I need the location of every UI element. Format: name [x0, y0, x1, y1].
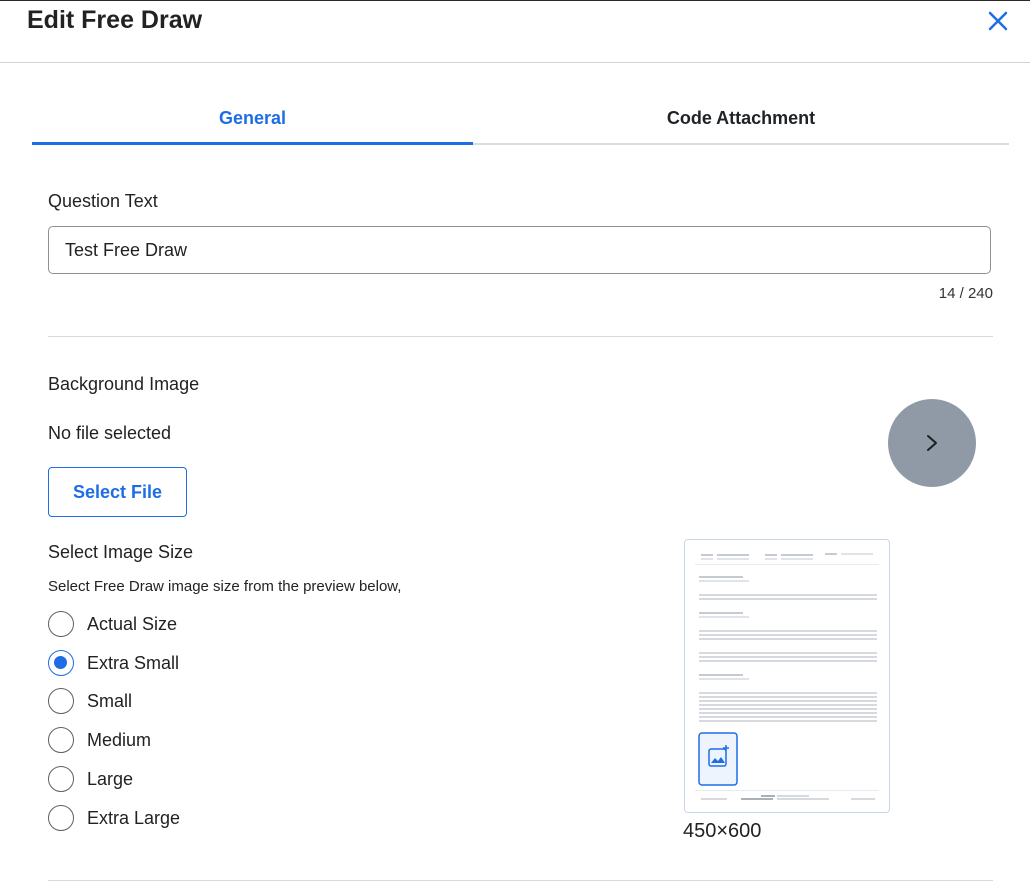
dialog-title: Edit Free Draw	[27, 6, 203, 34]
image-size-label: Select Image Size	[48, 542, 194, 562]
next-button[interactable]	[888, 399, 976, 487]
radio-button[interactable]	[48, 688, 74, 714]
character-counter: 14 / 240	[938, 285, 993, 302]
radio-label: Medium	[87, 730, 152, 750]
active-tab-indicator	[32, 142, 473, 145]
question-text-label: Question Text	[48, 191, 158, 211]
radio-label: Extra Large	[87, 808, 181, 828]
radio-label: Small	[87, 691, 133, 711]
radio-button-checked[interactable]	[48, 650, 74, 676]
tab-code-attachment[interactable]: Code Attachment	[473, 108, 1009, 129]
section-divider	[48, 336, 993, 337]
image-size-hint: Select Free Draw image size from the pre…	[48, 578, 402, 595]
radio-button[interactable]	[48, 727, 74, 753]
chevron-right-icon	[927, 435, 937, 451]
close-button[interactable]	[984, 7, 1012, 35]
radio-button[interactable]	[48, 611, 74, 637]
radio-label: Large	[87, 769, 134, 789]
radio-label: Actual Size	[87, 614, 178, 634]
preview-dimensions: 450×600	[683, 820, 762, 842]
radio-label: Extra Small	[87, 653, 180, 673]
page-preview-illustration	[695, 553, 879, 800]
file-status-text: No file selected	[48, 423, 172, 443]
radio-button[interactable]	[48, 766, 74, 792]
select-file-button[interactable]: Select File	[48, 467, 187, 517]
close-icon	[988, 11, 1008, 31]
window-top-border	[0, 0, 1030, 1]
image-size-preview	[684, 539, 890, 813]
bottom-divider	[48, 880, 993, 881]
tab-general[interactable]: General	[32, 108, 473, 129]
background-image-label: Background Image	[48, 374, 200, 394]
header-divider	[0, 62, 1030, 63]
question-text-input[interactable]	[48, 226, 991, 274]
image-placeholder-icon	[698, 732, 738, 786]
radio-button[interactable]	[48, 805, 74, 831]
